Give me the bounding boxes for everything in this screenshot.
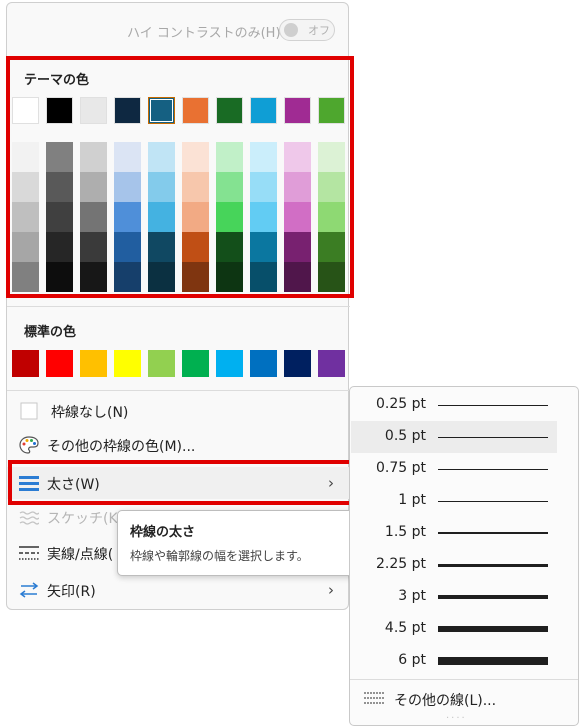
weight-submenu: 0.25 pt 0.5 pt 0.75 pt 1 pt 1.5 pt 2.25 pt 3 p… — [349, 386, 579, 726]
weight-option[interactable]: 1.5 pt — [351, 517, 557, 549]
arrows-icon — [19, 581, 39, 599]
more-outline-colors-label: その他の枠線の色(M)... — [47, 439, 196, 455]
weight-option[interactable]: 0.5 pt — [351, 421, 557, 453]
weight-tooltip: 枠線の太さ 枠線や輪郭線の幅を選択します。 — [117, 510, 360, 576]
weight-line-preview — [438, 657, 548, 665]
theme-colors-highlight — [6, 56, 354, 298]
weight-option[interactable]: 4.5 pt — [351, 613, 557, 645]
weight-line-preview — [438, 564, 548, 567]
standard-color-swatch[interactable] — [46, 350, 73, 377]
weight-option-label: 1 pt — [398, 492, 426, 508]
standard-color-swatch[interactable] — [182, 350, 209, 377]
more-lines-label: その他の線(L)... — [394, 693, 497, 709]
weight-option[interactable]: 0.75 pt — [351, 453, 557, 485]
dash-style-icon — [19, 544, 39, 562]
weight-line-preview — [438, 595, 548, 599]
separator — [7, 306, 350, 307]
tooltip-body: 枠線や輪郭線の幅を選択します。 — [130, 549, 309, 563]
weight-option-label: 0.25 pt — [376, 396, 426, 412]
separator — [7, 390, 350, 391]
standard-color-swatch[interactable] — [250, 350, 277, 377]
toggle-state-label: オフ — [308, 24, 330, 37]
more-outline-colors-item[interactable]: その他の枠線の色(M)... — [7, 429, 350, 461]
weight-option[interactable]: 3 pt — [351, 581, 557, 613]
weight-option-label: 6 pt — [398, 652, 426, 668]
weight-option[interactable]: 0.25 pt — [351, 389, 557, 421]
dashes-label: 実線/点線( — [47, 547, 114, 563]
toggle-knob — [284, 23, 298, 37]
weight-option-label: 0.5 pt — [384, 428, 426, 444]
weight-line-preview — [438, 405, 548, 406]
weight-item-highlight — [8, 460, 354, 505]
standard-color-swatch[interactable] — [318, 350, 345, 377]
standard-colors-title: 標準の色 — [24, 325, 77, 340]
weight-option-label: 3 pt — [398, 588, 426, 604]
weight-line-preview — [438, 626, 548, 632]
high-contrast-label: ハイ コントラストのみ(H) — [127, 26, 281, 41]
weight-line-preview — [438, 469, 548, 470]
chevron-right-icon: › — [328, 581, 334, 599]
separator — [350, 679, 578, 680]
more-lines-icon — [364, 690, 384, 708]
tooltip-title: 枠線の太さ — [130, 525, 196, 540]
weight-option-label: 1.5 pt — [384, 524, 426, 540]
weight-line-preview — [438, 532, 548, 534]
standard-color-swatch[interactable] — [284, 350, 311, 377]
high-contrast-toggle[interactable]: オフ — [279, 19, 335, 41]
empty-swatch-icon — [19, 402, 39, 420]
high-contrast-row: ハイ コントラストのみ(H) オフ — [7, 17, 350, 45]
arrows-label: 矢印(R) — [47, 584, 96, 600]
weight-option-label: 2.25 pt — [376, 556, 426, 572]
standard-color-swatch[interactable] — [80, 350, 107, 377]
weight-line-preview — [438, 501, 548, 502]
arrows-item[interactable]: 矢印(R) › — [7, 574, 350, 606]
sketch-label: スケッチ(K) — [47, 511, 124, 527]
standard-color-swatch[interactable] — [148, 350, 175, 377]
no-outline-item[interactable]: 枠線なし(N) — [7, 395, 350, 427]
sketch-icon — [19, 508, 40, 526]
weight-line-preview — [438, 437, 548, 438]
standard-color-swatch[interactable] — [114, 350, 141, 377]
weight-option[interactable]: 2.25 pt — [351, 549, 557, 581]
standard-color-swatch[interactable] — [12, 350, 39, 377]
weight-option[interactable]: 6 pt — [351, 645, 557, 677]
no-outline-label: 枠線なし(N) — [51, 405, 129, 421]
weight-option-label: 0.75 pt — [376, 460, 426, 476]
palette-icon — [19, 436, 39, 454]
scroll-indicator: ···· — [446, 713, 467, 724]
standard-color-swatch[interactable] — [216, 350, 243, 377]
weight-option-label: 4.5 pt — [384, 620, 426, 636]
more-lines-item[interactable]: その他の線(L)... — [350, 683, 578, 715]
weight-option[interactable]: 1 pt — [351, 485, 557, 517]
